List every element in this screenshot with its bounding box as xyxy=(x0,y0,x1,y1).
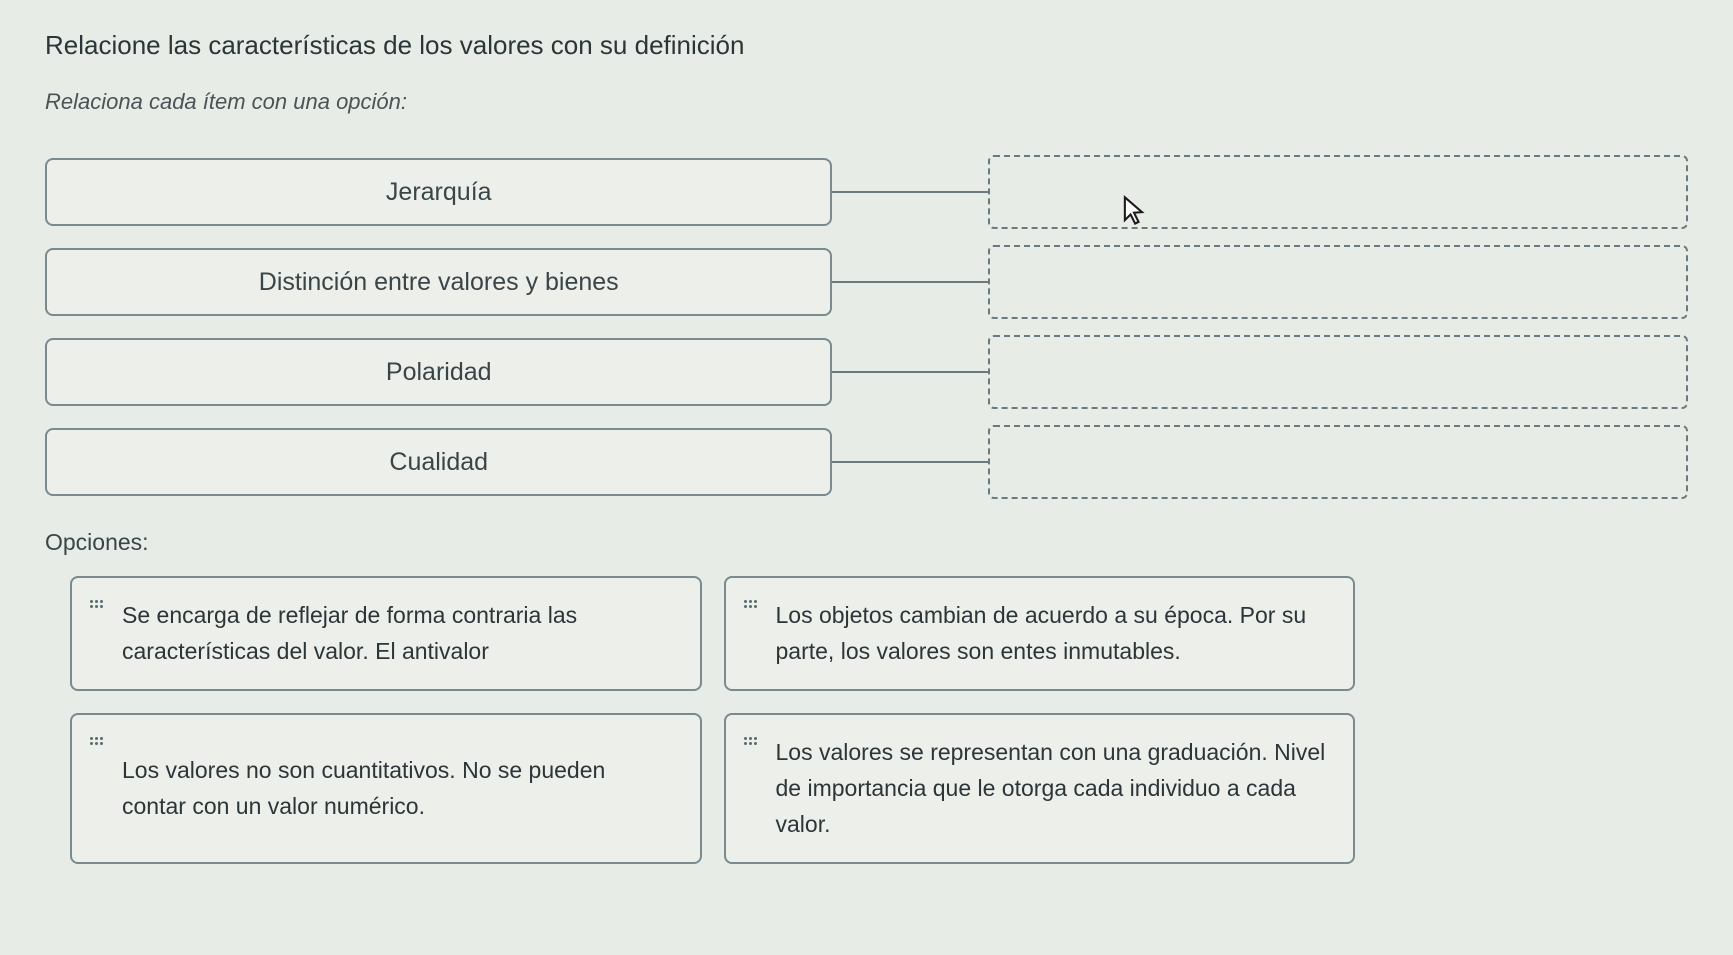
options-grid: Se encarga de reflejar de forma contrari… xyxy=(45,576,1355,864)
options-label: Opciones: xyxy=(45,529,1688,556)
option-text: Se encarga de reflejar de forma contrari… xyxy=(122,598,676,669)
connector-line xyxy=(832,191,988,193)
drop-zone-2[interactable] xyxy=(988,335,1688,409)
item-polaridad: Polaridad xyxy=(45,338,832,406)
option-card-1[interactable]: Los objetos cambian de acuerdo a su époc… xyxy=(724,576,1356,691)
option-card-3[interactable]: Los valores se representan con una gradu… xyxy=(724,713,1356,864)
option-text: Los valores no son cuantitativos. No se … xyxy=(122,753,676,824)
option-card-2[interactable]: Los valores no son cuantitativos. No se … xyxy=(70,713,702,864)
drag-handle-icon[interactable] xyxy=(744,737,758,751)
drop-zone-3[interactable] xyxy=(988,425,1688,499)
drag-handle-icon[interactable] xyxy=(90,600,104,614)
connector-line xyxy=(832,371,988,373)
drop-zone-1[interactable] xyxy=(988,245,1688,319)
match-row: Distinción entre valores y bienes xyxy=(45,245,1688,319)
question-instruction: Relaciona cada ítem con una opción: xyxy=(45,89,1688,115)
drag-handle-icon[interactable] xyxy=(744,600,758,614)
match-row: Polaridad xyxy=(45,335,1688,409)
question-title: Relacione las características de los val… xyxy=(45,30,1688,61)
item-cualidad: Cualidad xyxy=(45,428,832,496)
option-text: Los objetos cambian de acuerdo a su époc… xyxy=(776,598,1330,669)
option-card-0[interactable]: Se encarga de reflejar de forma contrari… xyxy=(70,576,702,691)
connector-line xyxy=(832,281,988,283)
match-row: Cualidad xyxy=(45,425,1688,499)
drag-handle-icon[interactable] xyxy=(90,737,104,751)
item-distincion: Distinción entre valores y bienes xyxy=(45,248,832,316)
connector-line xyxy=(832,461,988,463)
match-area: Jerarquía Distinción entre valores y bie… xyxy=(45,155,1688,499)
item-jerarquia: Jerarquía xyxy=(45,158,832,226)
option-text: Los valores se representan con una gradu… xyxy=(776,735,1330,842)
drop-zone-0[interactable] xyxy=(988,155,1688,229)
match-row: Jerarquía xyxy=(45,155,1688,229)
